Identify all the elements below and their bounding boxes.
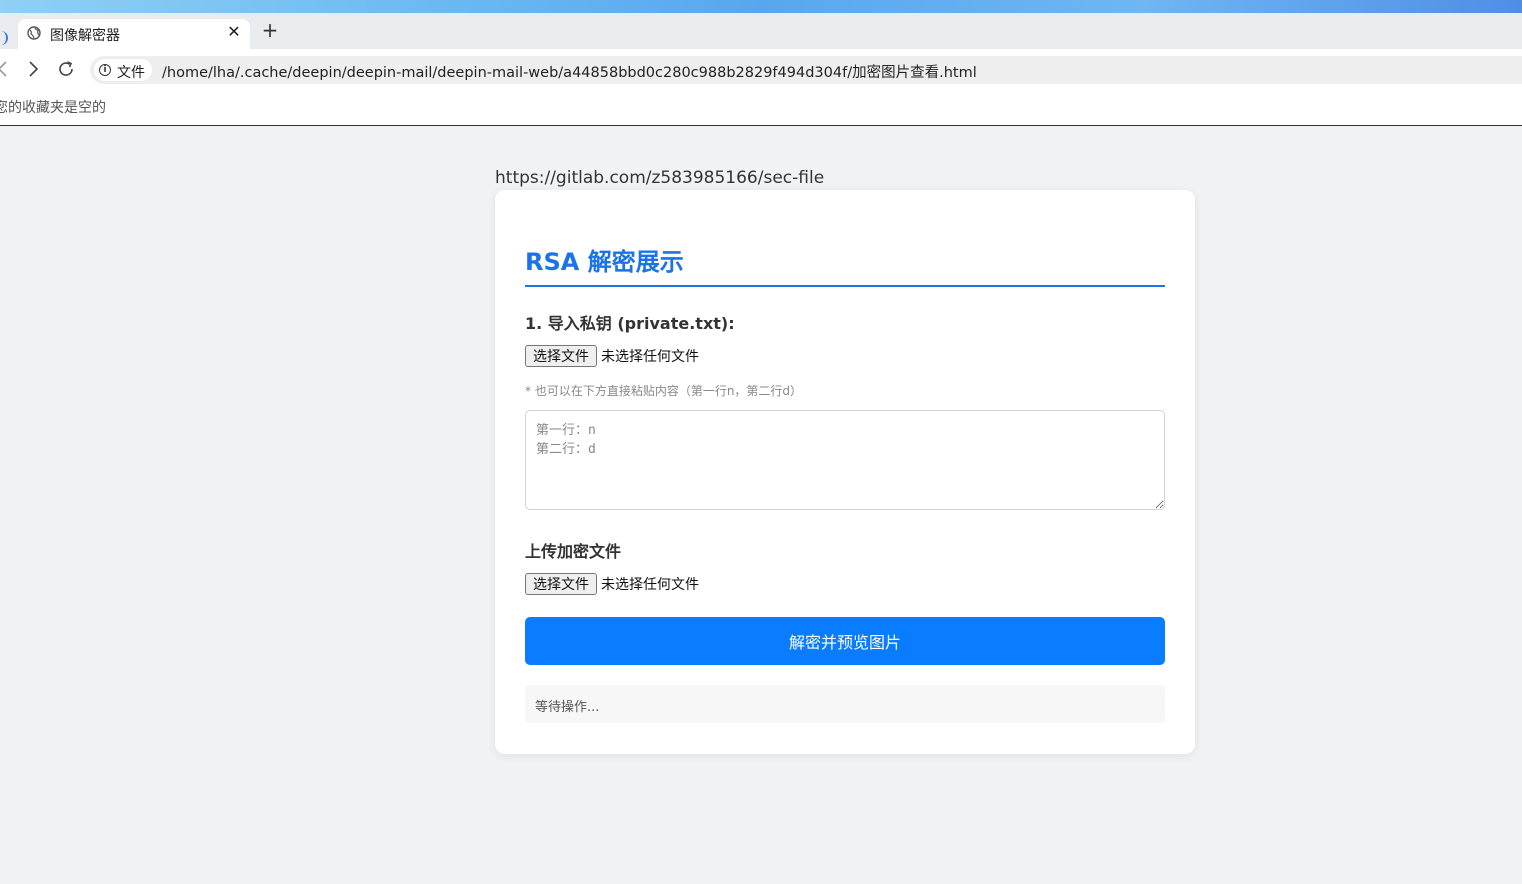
tab-bar: 图像解密器 ✕ + [0, 13, 1522, 49]
reload-icon[interactable] [55, 58, 77, 80]
key-file-input: 选择文件 未选择任何文件 [525, 344, 699, 368]
forward-icon[interactable] [22, 58, 44, 80]
back-icon[interactable] [0, 58, 14, 80]
browser-toolbar: i 文件 /home/lha/.cache/deepin/deepin-mail… [0, 49, 1522, 89]
tab-title: 图像解密器 [50, 28, 120, 44]
tab-image-decryptor[interactable]: 图像解密器 ✕ [18, 19, 250, 49]
info-icon: i [99, 64, 111, 76]
site-info-chip[interactable]: i 文件 [94, 59, 152, 81]
page-title: RSA 解密展示 [525, 248, 684, 276]
decrypt-card: RSA 解密展示 1. 导入私钥 (private.txt): 选择文件 未选择… [495, 190, 1195, 754]
site-info-label: 文件 [117, 65, 145, 81]
upload-file-status: 未选择任何文件 [601, 577, 699, 593]
globe-icon [27, 26, 41, 40]
upload-file-choose-button[interactable]: 选择文件 [525, 573, 597, 595]
title-underline [525, 285, 1165, 287]
key-hint: * 也可以在下方直接粘贴内容（第一行n，第二行d） [525, 384, 803, 398]
status-text: 等待操作... [535, 700, 600, 715]
window-top-strip [0, 0, 1522, 13]
address-bar[interactable]: i 文件 /home/lha/.cache/deepin/deepin-mail… [90, 56, 1522, 84]
key-textarea[interactable] [525, 410, 1165, 510]
key-file-status: 未选择任何文件 [601, 349, 699, 365]
tab-close-icon[interactable]: ✕ [226, 22, 242, 42]
upload-section-label: 上传加密文件 [525, 542, 622, 561]
bookmarks-bar: 您的收藏夹是空的 [0, 89, 1522, 126]
key-section-label: 1. 导入私钥 (private.txt): [525, 314, 735, 333]
decrypt-preview-button[interactable]: 解密并预览图片 [525, 617, 1165, 665]
browser-logo-icon [0, 31, 8, 45]
status-box: 等待操作... [525, 685, 1165, 723]
source-link: https://gitlab.com/z583985166/sec-file [495, 168, 825, 188]
bookmarks-empty-text: 您的收藏夹是空的 [0, 100, 106, 116]
key-file-choose-button[interactable]: 选择文件 [525, 345, 597, 367]
new-tab-button[interactable]: + [260, 18, 280, 42]
url-text[interactable]: /home/lha/.cache/deepin/deepin-mail/deep… [162, 61, 977, 82]
upload-file-input: 选择文件 未选择任何文件 [525, 572, 699, 596]
